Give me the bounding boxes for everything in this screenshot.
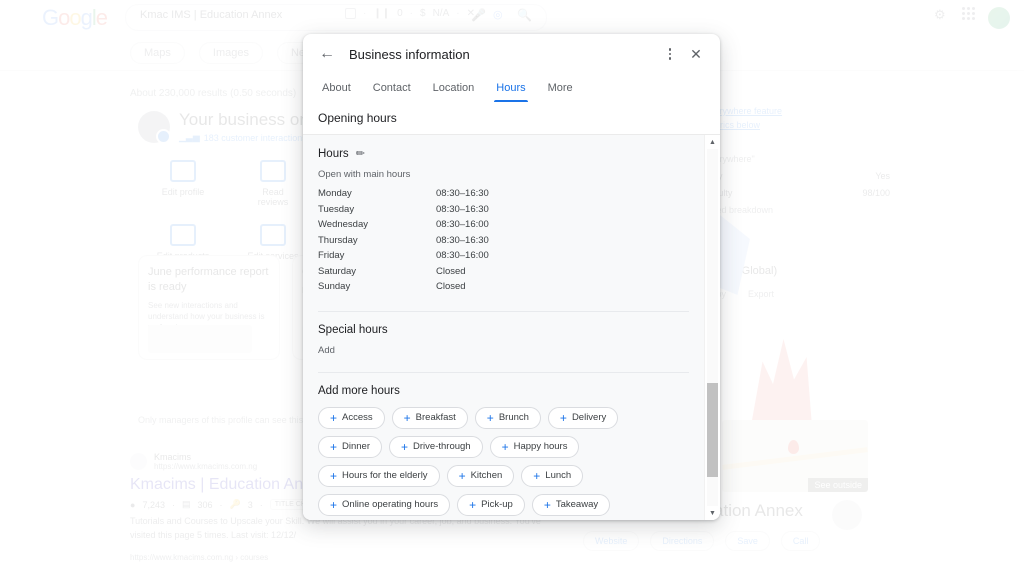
hours-row: Tuesday 08:30–16:30 [318,202,689,218]
dialog-scrollbar[interactable]: ▲ ▼ [704,135,720,520]
screen: Google Kmac IMS | Education Annex · ❙❙ 0… [0,0,1024,576]
chip-access[interactable]: + Access [318,406,385,429]
tab-about[interactable]: About [311,74,362,102]
dialog-body: Hours ✏ Open with main hours Monday 08:30… [303,135,720,520]
hours-value: 08:30–16:00 [436,219,489,231]
tab-contact[interactable]: Contact [362,74,422,102]
hours-section-title: Hours [318,147,349,160]
add-more-hours-section: Add more hours + Access + Breakfast + Brunc… [303,372,704,520]
chip-label: Brunch [498,412,529,423]
chip-label: Kitchen [470,470,503,481]
chip-drive-through[interactable]: + Drive-through [389,435,483,458]
hours-section: Hours ✏ Open with main hours Monday 08:30… [303,135,704,311]
hours-row: Saturday Closed [318,264,689,280]
pencil-edit-icon[interactable]: ✏ [356,147,365,160]
scroll-up-arrow-icon[interactable]: ▲ [705,135,720,149]
chip-dinner[interactable]: + Dinner [318,435,383,458]
plus-icon: + [543,497,551,512]
hours-value: 08:30–16:30 [436,234,489,246]
chip-delivery[interactable]: + Delivery [547,406,619,429]
more-vert-icon[interactable] [657,41,683,67]
chip-hours-for-the-elderly[interactable]: + Hours for the elderly [318,464,440,487]
chip-online-operating-hours[interactable]: + Online operating hours [318,493,451,516]
hours-table: Monday 08:30–16:30 Tuesday 08:30–16:30 Wed… [318,186,689,295]
chip-label: Breakfast [415,412,456,423]
chip-pick-up[interactable]: + Pick-up [457,493,525,516]
plus-icon: + [559,410,567,425]
plus-icon: + [330,439,338,454]
plus-icon: + [501,439,509,454]
tab-hours[interactable]: Hours [485,74,536,102]
chip-lunch[interactable]: + Lunch [521,464,584,487]
close-icon[interactable]: ✕ [683,41,709,67]
plus-icon: + [330,410,338,425]
hours-row: Thursday 08:30–16:30 [318,233,689,249]
scroll-down-arrow-icon[interactable]: ▼ [705,506,720,520]
plus-icon: + [403,410,411,425]
hours-row: Monday 08:30–16:30 [318,186,689,202]
chip-breakfast[interactable]: + Breakfast [391,406,468,429]
business-information-dialog: ← Business information ✕ About Contact L… [303,34,720,520]
plus-icon: + [401,439,409,454]
dialog-scroll-content: Hours ✏ Open with main hours Monday 08:30… [303,135,704,520]
plus-icon: + [486,410,494,425]
plus-icon: + [458,468,466,483]
hours-value: Closed [436,265,466,277]
hours-value: Closed [436,281,466,293]
hours-value: 08:30–16:30 [436,188,489,200]
chip-label: Access [342,412,373,423]
open-with-main-hours-label: Open with main hours [318,169,411,180]
special-hours-section: Special hours Add [303,311,704,372]
hours-day: Monday [318,188,352,200]
add-more-hours-chips: + Access + Breakfast + Brunch + Delivery + Di… [318,406,689,520]
chip-label: Drive-through [413,441,471,452]
hours-row: Sunday Closed [318,279,689,295]
chip-kitchen[interactable]: + Kitchen [446,464,515,487]
plus-icon: + [330,468,338,483]
chip-label: Happy hours [513,441,568,452]
hours-day: Thursday [318,234,358,246]
hours-value: 08:30–16:30 [436,203,489,215]
plus-icon: + [330,497,338,512]
chip-label: Lunch [545,470,572,481]
special-hours-title: Special hours [318,323,388,336]
chip-label: Hours for the elderly [342,470,428,481]
plus-icon: + [533,468,541,483]
chip-brunch[interactable]: + Brunch [474,406,541,429]
special-hours-add-link[interactable]: Add [318,345,689,356]
hours-value: 08:30–16:00 [436,250,489,262]
hours-day: Wednesday [318,219,368,231]
add-more-hours-title: Add more hours [318,384,400,397]
chip-happy-hours[interactable]: + Happy hours [489,435,580,458]
hours-day: Sunday [318,281,351,293]
dialog-title: Business information [349,46,470,62]
hours-day: Friday [318,250,345,262]
chip-label: Takeaway [555,499,599,510]
hours-row: Wednesday 08:30–16:00 [318,217,689,233]
hours-section-title-row: Hours ✏ [318,147,689,161]
hours-day: Tuesday [318,203,355,215]
tab-more[interactable]: More [537,74,584,102]
chip-label: Delivery [571,412,607,423]
hours-row: Friday 08:30–16:00 [318,248,689,264]
plus-icon: + [469,497,477,512]
chip-label: Dinner [342,441,371,452]
hours-day: Saturday [318,265,357,277]
dialog-tabs: About Contact Location Hours More [303,74,720,102]
tab-location[interactable]: Location [422,74,486,102]
chip-takeaway[interactable]: + Takeaway [531,493,611,516]
scrollbar-thumb[interactable] [707,383,718,477]
back-arrow-icon[interactable]: ← [314,41,340,67]
chip-label: Pick-up [481,499,513,510]
chip-label: Online operating hours [342,499,439,510]
dialog-header: ← Business information ✕ [303,34,720,74]
section-header-opening-hours: Opening hours [303,102,720,135]
